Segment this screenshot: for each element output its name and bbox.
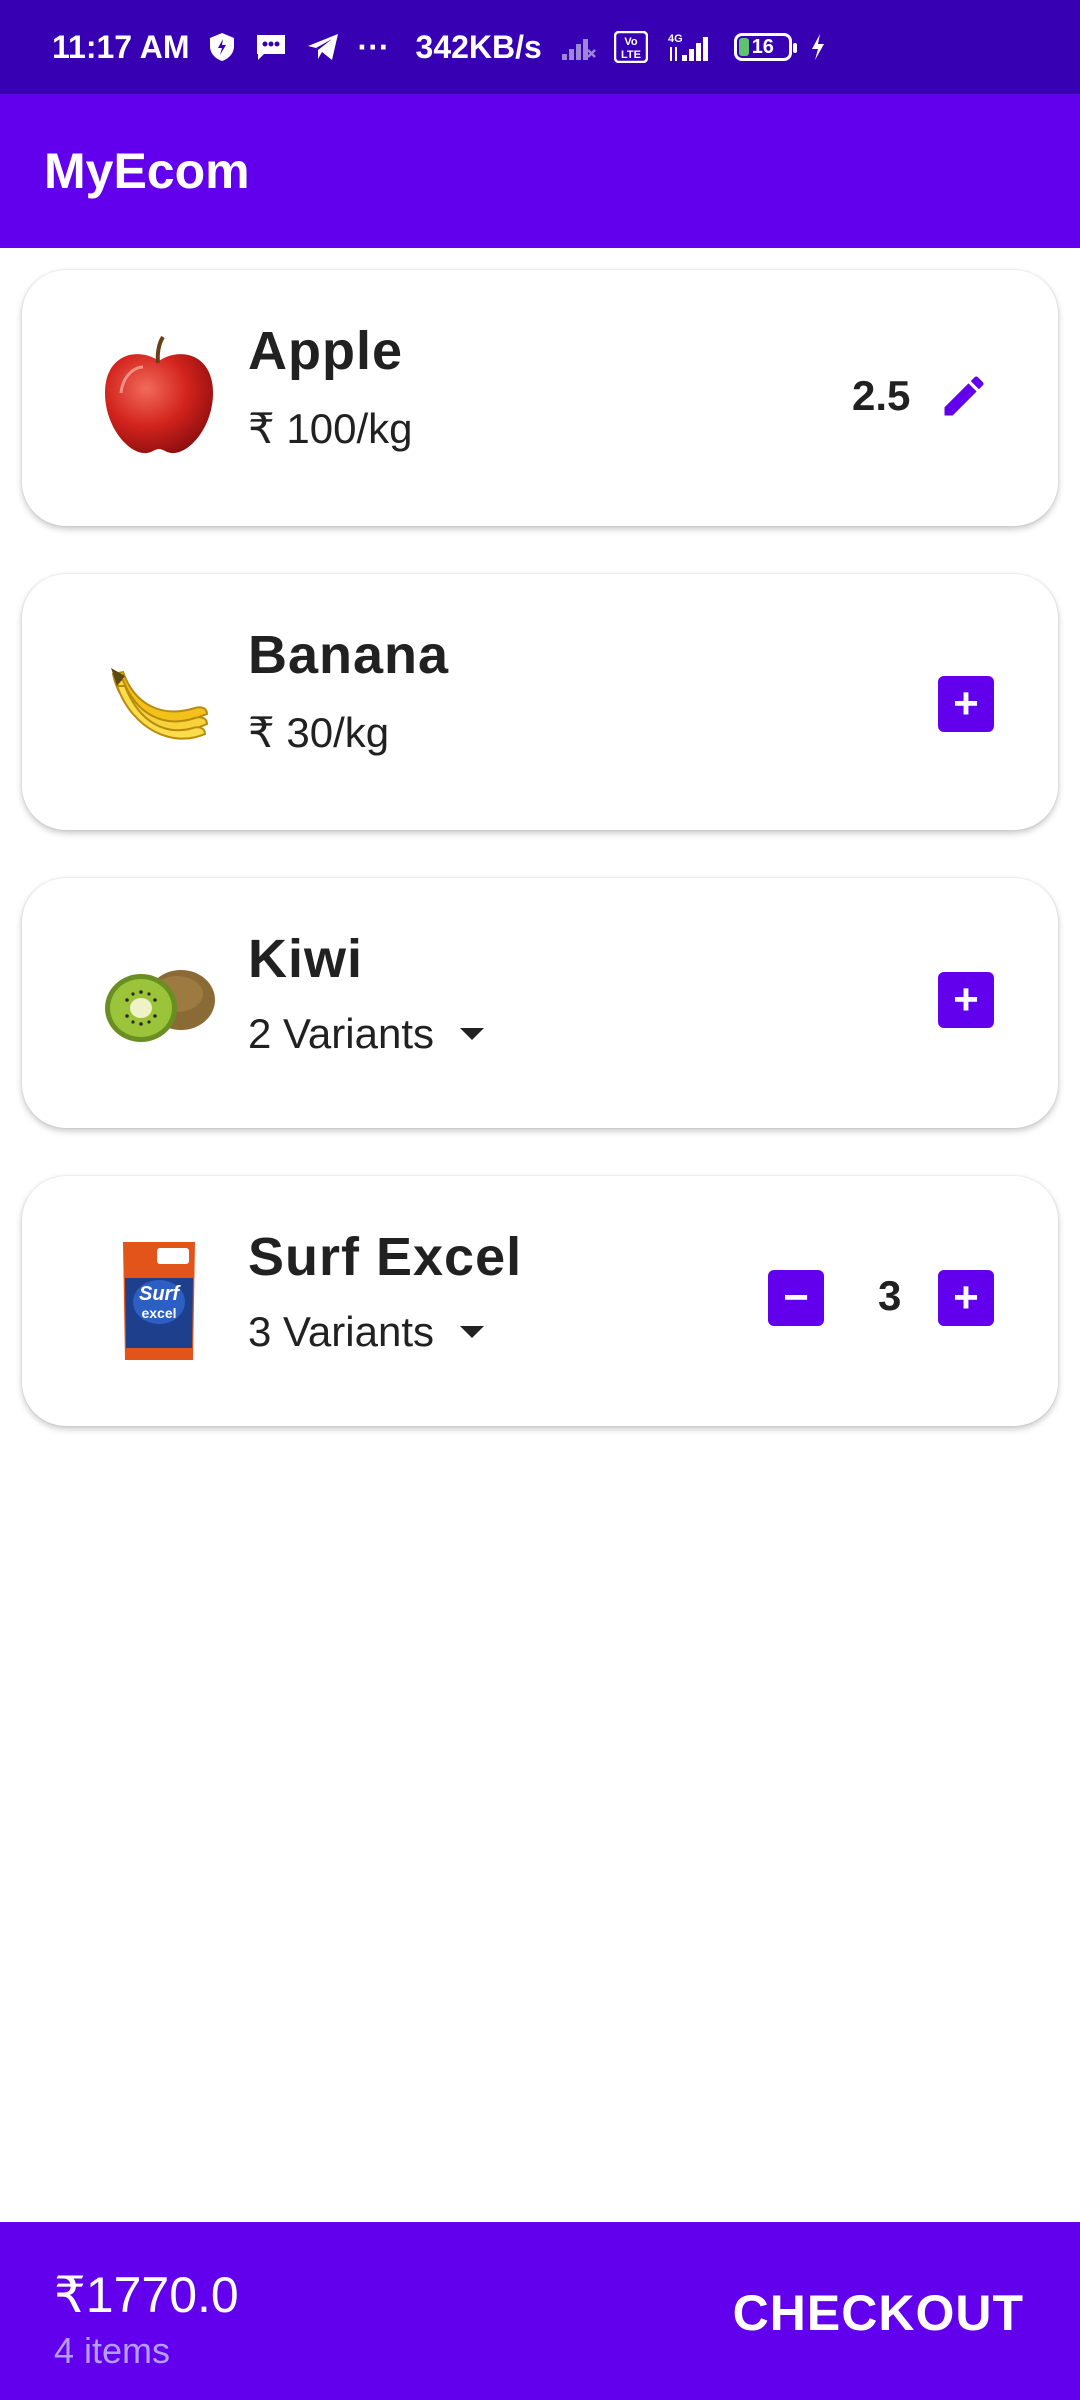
variant-dropdown[interactable]: 2 Variants: [248, 1010, 484, 1058]
product-card-apple[interactable]: Apple ₹ 100/kg 2.5: [22, 270, 1058, 526]
add-button[interactable]: +: [938, 676, 994, 732]
clock: 11:17 AM: [52, 28, 190, 65]
product-name: Banana: [248, 625, 450, 685]
status-bar: 11:17 AM ··· 342KB/s Vo LTE 4G 16: [0, 0, 1080, 94]
quantity-value: 3: [878, 1272, 902, 1319]
signal-4g-icon: 4G: [666, 31, 716, 63]
product-card-surf-excel[interactable]: Surf excel Surf Excel 3 Variants − 3 +: [22, 1176, 1058, 1426]
battery-icon: 16: [733, 33, 797, 61]
cart-summary-bar: ₹1770.0 4 items CHECKOUT: [0, 2222, 1080, 2400]
kiwi-image: [74, 918, 244, 1088]
signal-weak-icon: [560, 32, 596, 62]
product-card-banana[interactable]: Banana ₹ 30/kg +: [22, 574, 1058, 830]
svg-text:Surf: Surf: [139, 1283, 181, 1305]
svg-text:LTE: LTE: [621, 49, 641, 61]
cart-item-count: 4 items: [54, 2330, 171, 2371]
decrement-button[interactable]: −: [768, 1270, 824, 1326]
dropdown-arrow-icon: [460, 1028, 484, 1040]
variant-count: 2 Variants: [248, 1010, 434, 1057]
svg-text:excel: excel: [141, 1305, 176, 1321]
variant-dropdown[interactable]: 3 Variants: [248, 1308, 484, 1356]
charging-icon: [810, 33, 826, 61]
cart-total: ₹1770.0: [54, 2267, 239, 2323]
quantity-value: 2.5: [852, 372, 911, 419]
volte-icon: Vo LTE: [613, 31, 648, 63]
product-price: ₹ 100/kg: [248, 405, 413, 452]
telegram-icon: [306, 32, 340, 62]
dropdown-arrow-icon: [460, 1326, 484, 1338]
app-title: MyEcom: [44, 143, 250, 199]
add-button[interactable]: +: [938, 1270, 994, 1326]
product-name: Kiwi: [248, 929, 364, 989]
add-button[interactable]: +: [938, 972, 994, 1028]
apple-image: [74, 312, 244, 482]
product-price: ₹ 30/kg: [248, 709, 390, 756]
detergent-pack-image: Surf excel: [74, 1216, 244, 1386]
message-icon: [254, 32, 288, 62]
svg-text:4G: 4G: [668, 33, 683, 45]
edit-icon[interactable]: [938, 370, 990, 427]
app-bar: MyEcom: [0, 94, 1080, 248]
checkout-button[interactable]: CHECKOUT: [733, 2284, 1024, 2342]
network-speed: 342KB/s: [415, 28, 542, 65]
product-card-kiwi[interactable]: Kiwi 2 Variants +: [22, 878, 1058, 1128]
svg-text:Vo: Vo: [624, 36, 638, 48]
banana-image: [74, 616, 244, 786]
more-notifications-icon: ···: [357, 28, 390, 65]
product-name: Apple: [248, 321, 404, 381]
product-name: Surf Excel: [248, 1227, 523, 1287]
variant-count: 3 Variants: [248, 1308, 434, 1355]
shield-icon: [208, 32, 236, 62]
battery-level: 16: [751, 35, 774, 58]
